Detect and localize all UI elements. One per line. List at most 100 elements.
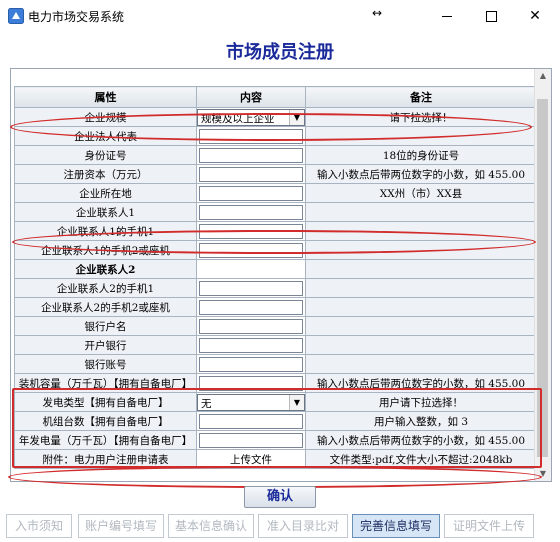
field-label: 企业联系人1的手机1 [14,221,197,241]
field-note [305,221,537,241]
table-row: 企业联系人1 [14,202,537,222]
table-row: 企业联系人1的手机1 [14,221,537,241]
table-row: 企业联系人2 [14,259,537,279]
field-note [305,126,537,146]
step-tab[interactable]: 账户编号填写 [78,514,164,538]
step-tab[interactable]: 基本信息确认 [168,514,254,538]
field-value-cell [196,335,306,355]
field-label: 企业联系人2的手机1 [14,278,197,298]
field-note [305,297,537,317]
select-value: 无 [201,397,212,410]
text-input[interactable] [199,280,303,296]
confirm-button[interactable]: 确认 [244,486,316,508]
text-input[interactable] [199,356,303,372]
table-row: 身份证号 18位的身份证号 [14,145,537,165]
table-row: 企业联系人2的手机1 [14,278,537,298]
table-row: 机组台数【拥有自备电厂】 用户输入整数，如 3 [14,411,537,431]
column-header: 备注 [305,86,537,108]
table-row: 企业规模 规模及以上企业 ▼ 请下拉选择！ [14,107,537,127]
chevron-down-icon[interactable]: ▼ [289,109,304,125]
text-input[interactable] [199,128,303,144]
resize-icon[interactable]: ↔ [372,6,382,20]
field-value-cell [196,297,306,317]
text-input[interactable] [199,413,303,429]
field-label: 企业联系人1 [14,202,197,222]
table-row: 发电类型【拥有自备电厂】无 ▼ 用户请下拉选择！ [14,392,537,412]
field-note: 用户输入整数，如 3 [305,411,537,431]
field-value-cell [196,278,306,298]
field-note: 文件类型:pdf,文件大小不超过:2048kb [305,449,537,469]
table-row: 企业联系人1的手机2或座机 [14,240,537,260]
select-value: 规模及以上企业 [201,112,275,125]
text-input[interactable] [199,299,303,315]
field-value-cell [196,183,306,203]
text-input[interactable] [199,204,303,220]
text-input[interactable] [199,337,303,353]
field-note [305,240,537,260]
window-title: 电力市场交易系统 [28,10,125,24]
page-heading: 市场成员注册 [226,42,334,63]
text-input[interactable] [199,166,303,182]
table-row: 附件：电力用户注册申请表 上传文件 文件类型:pdf,文件大小不超过:2048kb [14,449,537,469]
field-value-cell [196,221,306,241]
text-input[interactable] [199,147,303,163]
step-tab[interactable]: 入市须知 [6,514,72,538]
upload-file-link[interactable]: 上传文件 [230,454,272,466]
app-icon [8,8,24,24]
dropdown-select[interactable]: 无 ▼ [197,393,305,411]
registration-table: 属性 内容 备注 企业规模 规模及以上企业 ▼ 请下拉选择！ 企业法人代表 身份证号 18位… [14,86,537,469]
step-tab[interactable]: 准入目录比对 [258,514,348,538]
scroll-down-icon[interactable]: ▼ [535,467,551,481]
minimize-button[interactable] [424,0,470,32]
step-tab[interactable]: 证明文件上传 [444,514,534,538]
field-note: 输入小数点后带两位数字的小数，如 455.00 [305,373,537,393]
text-input[interactable] [199,318,303,334]
window-title-bar: 电力市场交易系统 ↔ ✕ [0,0,560,32]
field-label: 开户银行 [14,335,197,355]
field-value-cell [196,126,306,146]
field-label: 装机容量（万千瓦）【拥有自备电厂】 [14,373,197,393]
text-input[interactable] [199,185,303,201]
maximize-button[interactable] [468,0,514,32]
form-frame: 属性 内容 备注 企业规模 规模及以上企业 ▼ 请下拉选择！ 企业法人代表 身份证号 18位… [10,68,552,482]
scroll-thumb[interactable] [537,99,548,457]
field-value-cell [196,430,306,450]
dropdown-select[interactable]: 规模及以上企业 ▼ [197,108,305,126]
table-header-row: 属性 内容 备注 [14,86,537,108]
field-value-cell [196,259,306,279]
field-note [305,316,537,336]
table-row: 开户银行 [14,335,537,355]
close-icon: ✕ [529,8,541,24]
maximize-icon [485,10,497,22]
field-value-cell [196,164,306,184]
step-tab-active[interactable]: 完善信息填写 [352,514,440,538]
column-header: 属性 [14,86,197,108]
field-note [305,202,537,222]
field-note [305,278,537,298]
table-row: 企业联系人2的手机2或座机 [14,297,537,317]
text-input[interactable] [199,375,303,391]
chevron-down-icon[interactable]: ▼ [289,394,304,410]
table-row: 银行账号 [14,354,537,374]
field-label: 银行账号 [14,354,197,374]
field-note: 18位的身份证号 [305,145,537,165]
field-value-cell [196,373,306,393]
field-value-cell [196,202,306,222]
field-label: 企业联系人2的手机2或座机 [14,297,197,317]
table-row: 企业法人代表 [14,126,537,146]
text-input[interactable] [199,432,303,448]
close-button[interactable]: ✕ [512,0,558,32]
field-note: 请下拉选择！ [305,107,537,127]
field-value-cell [196,411,306,431]
scroll-up-icon[interactable]: ▲ [535,69,551,83]
minimize-icon [442,15,452,17]
field-label: 企业所在地 [14,183,197,203]
text-input[interactable] [199,242,303,258]
field-label: 企业联系人1的手机2或座机 [14,240,197,260]
field-value-cell: 上传文件 [196,449,306,469]
table-row: 年发电量（万千瓦）【拥有自备电厂】 输入小数点后带两位数字的小数，如 455.00 [14,430,537,450]
text-input[interactable] [199,223,303,239]
field-note [305,335,537,355]
field-value-cell [196,354,306,374]
vertical-scrollbar[interactable]: ▲ ▼ [534,69,551,481]
